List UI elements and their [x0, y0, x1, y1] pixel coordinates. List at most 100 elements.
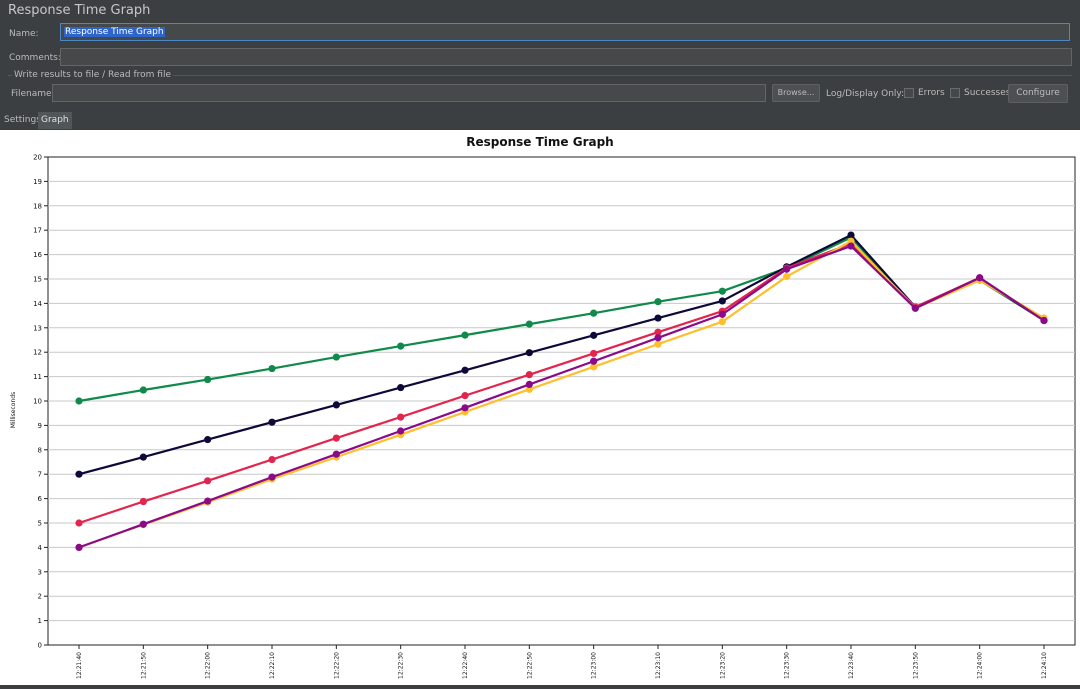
- data-point: [397, 413, 405, 421]
- data-point: [976, 274, 984, 282]
- filename-input[interactable]: [52, 84, 766, 102]
- data-point: [139, 386, 147, 394]
- y-tick-label: 13: [33, 324, 42, 332]
- y-tick-label: 1: [38, 617, 42, 625]
- y-tick-label: 12: [33, 349, 42, 357]
- y-tick-label: 4: [38, 544, 43, 552]
- data-point: [461, 404, 469, 412]
- data-point: [268, 418, 276, 426]
- y-tick-label: 7: [38, 471, 42, 479]
- data-point: [204, 435, 212, 444]
- data-point: [718, 310, 726, 318]
- y-tick-label: 14: [33, 300, 42, 308]
- y-tick-label: 2: [38, 593, 42, 601]
- data-point: [718, 318, 726, 326]
- x-tick-label: 12:23:50: [912, 652, 919, 679]
- name-input[interactable]: Response Time Graph: [60, 23, 1070, 41]
- comments-input[interactable]: [60, 48, 1072, 66]
- name-input-value: Response Time Graph: [64, 27, 165, 37]
- data-point: [332, 401, 340, 409]
- x-tick-label: 12:22:20: [333, 652, 340, 679]
- data-point: [654, 334, 662, 342]
- y-tick-label: 0: [38, 642, 42, 650]
- x-tick-label: 12:23:20: [719, 652, 726, 679]
- y-tick-label: 8: [38, 446, 42, 454]
- name-label: Name:: [9, 29, 39, 39]
- configure-button[interactable]: Configure: [1008, 84, 1068, 103]
- data-point: [268, 364, 276, 373]
- y-tick-label: 19: [33, 178, 42, 186]
- y-tick-label: 18: [33, 202, 42, 210]
- x-tick-label: 12:22:50: [526, 652, 533, 679]
- data-point: [718, 297, 726, 305]
- data-point: [139, 453, 147, 461]
- data-point: [783, 272, 791, 281]
- comments-label: Comments:: [9, 53, 61, 63]
- y-tick-label: 16: [33, 251, 42, 259]
- y-tick-label: 9: [38, 422, 42, 430]
- data-point: [718, 287, 726, 295]
- data-point: [75, 470, 83, 478]
- data-point: [525, 349, 533, 357]
- y-tick-label: 6: [38, 495, 43, 503]
- filename-label: Filename: [11, 89, 52, 99]
- data-point: [204, 477, 212, 485]
- x-tick-label: 12:22:00: [205, 652, 212, 679]
- data-point: [654, 314, 662, 322]
- x-tick-label: 12:24:00: [977, 652, 984, 679]
- data-point: [461, 392, 469, 400]
- data-point: [525, 371, 533, 379]
- y-tick-label: 17: [33, 227, 42, 235]
- y-tick-label: 3: [38, 568, 42, 576]
- y-tick-label: 10: [33, 398, 42, 406]
- x-tick-label: 12:23:00: [591, 652, 598, 679]
- x-tick-label: 12:22:40: [462, 652, 469, 679]
- data-point: [268, 473, 276, 481]
- data-point: [397, 342, 405, 350]
- data-point: [590, 349, 598, 358]
- data-point: [847, 242, 855, 250]
- data-point: [204, 497, 212, 505]
- graph-panel: Response Time Graph Milliseconds 0123456…: [0, 130, 1080, 685]
- data-point: [911, 304, 919, 312]
- x-tick-label: 12:21:50: [140, 652, 147, 679]
- data-point: [461, 366, 469, 374]
- x-tick-label: 12:23:10: [655, 652, 662, 679]
- data-point: [332, 450, 340, 458]
- x-tick-label: 12:21:40: [76, 652, 83, 679]
- file-section-title: Write results to file / Read from file: [12, 70, 173, 80]
- data-point: [332, 434, 340, 442]
- data-point: [525, 320, 533, 328]
- response-time-chart: Response Time Graph Milliseconds 0123456…: [10, 135, 1076, 679]
- data-point: [525, 380, 533, 389]
- data-point: [654, 298, 662, 306]
- data-point: [139, 520, 147, 528]
- data-point: [332, 353, 340, 361]
- data-point: [268, 455, 276, 464]
- data-point: [397, 427, 405, 435]
- data-point: [461, 331, 469, 339]
- data-point: [654, 340, 662, 348]
- data-point: [590, 357, 598, 365]
- chart-title: Response Time Graph: [466, 135, 613, 149]
- y-tick-label: 15: [33, 276, 42, 284]
- x-tick-label: 12:22:30: [398, 652, 405, 679]
- data-point: [75, 543, 83, 551]
- browse-button[interactable]: Browse...: [772, 84, 820, 102]
- data-point: [397, 383, 405, 392]
- y-tick-label: 5: [38, 520, 42, 528]
- tab-graph[interactable]: Graph: [38, 112, 72, 129]
- data-point: [590, 331, 598, 339]
- successes-checkbox[interactable]: [950, 88, 960, 98]
- y-tick-label: 20: [33, 154, 42, 162]
- chart-y-axis-label: Milliseconds: [10, 392, 17, 428]
- y-tick-label: 11: [33, 373, 42, 381]
- x-tick-label: 12:23:30: [784, 652, 791, 679]
- data-point: [75, 519, 83, 527]
- successes-label: Successes: [964, 88, 1011, 98]
- data-point: [590, 309, 598, 317]
- data-point: [204, 375, 212, 384]
- x-tick-label: 12:24:10: [1041, 652, 1048, 679]
- x-tick-label: 12:22:10: [269, 652, 276, 679]
- errors-checkbox[interactable]: [904, 88, 914, 98]
